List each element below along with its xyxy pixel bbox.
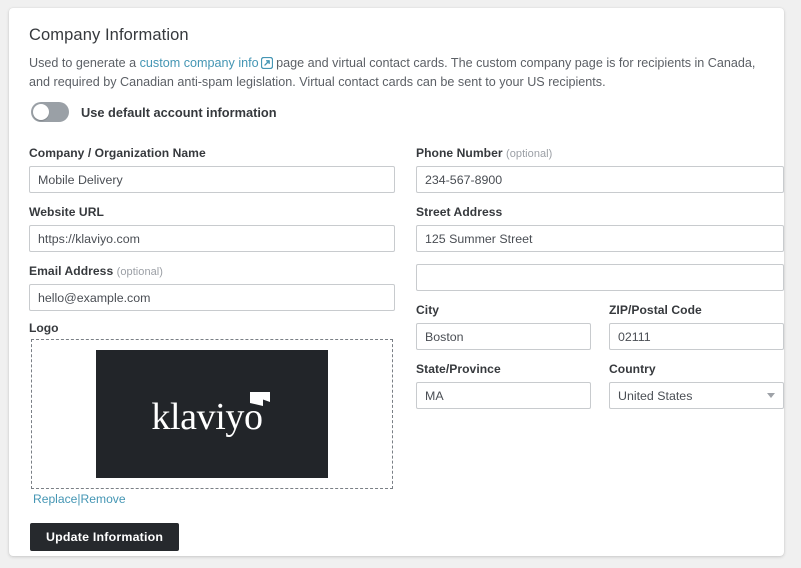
description-text-before: Used to generate a [29,56,140,70]
city-input[interactable] [416,323,591,350]
klaviyo-flag-icon [250,392,270,406]
website-url-field: Website URL [29,205,395,252]
custom-company-info-link[interactable]: custom company info [140,56,259,70]
external-link-icon[interactable] [260,56,273,70]
company-name-input[interactable] [29,166,395,193]
phone-number-optional-tag: (optional) [506,148,553,160]
right-form-column: Phone Number (optional) Street Address C… [416,146,784,421]
replace-logo-link[interactable]: Replace [33,492,77,506]
street-address-2-input[interactable] [416,264,784,291]
phone-number-label: Phone Number (optional) [416,146,784,160]
phone-number-field: Phone Number (optional) [416,146,784,193]
company-name-field: Company / Organization Name [29,146,395,193]
email-address-label-text: Email Address [29,264,114,278]
left-form-column: Company / Organization Name Website URL … [29,146,395,323]
street-address-input[interactable] [416,225,784,252]
state-input[interactable] [416,382,591,409]
update-information-button[interactable]: Update Information [30,523,180,551]
website-url-label: Website URL [29,205,104,219]
city-zip-row: City ZIP/Postal Code [416,303,784,362]
street-address-label: Street Address [416,205,503,219]
website-url-input[interactable] [29,225,395,252]
email-address-input[interactable] [29,284,395,311]
logo-label: Logo [29,321,59,335]
email-address-optional-tag: (optional) [116,266,164,278]
phone-number-input[interactable] [416,166,784,193]
use-default-account-toggle-row: Use default account information [31,102,277,122]
logo-actions: Replace|Remove [33,492,126,506]
country-field: Country United States [609,362,784,409]
state-label: State/Province [416,362,501,376]
email-address-label: Email Address (optional) [29,264,395,278]
remove-logo-link[interactable]: Remove [81,492,126,506]
toggle-knob [33,104,49,120]
section-description: Used to generate a custom company info p… [29,54,769,91]
zip-input[interactable] [609,323,784,350]
country-label: Country [609,362,656,376]
city-field: City [416,303,591,350]
street-address-field: Street Address [416,205,784,252]
zip-field: ZIP/Postal Code [609,303,784,350]
use-default-account-label: Use default account information [81,104,277,120]
logo-dropzone[interactable]: klaviyo [31,339,393,489]
phone-number-label-text: Phone Number [416,146,503,160]
country-select-wrapper: United States [609,382,784,409]
zip-label: ZIP/Postal Code [609,303,702,317]
company-information-card: Company Information Used to generate a c… [9,8,784,556]
email-address-field: Email Address (optional) [29,264,395,311]
state-country-row: State/Province Country United States [416,362,784,421]
city-label: City [416,303,440,317]
company-name-label: Company / Organization Name [29,146,206,160]
country-select[interactable]: United States [609,382,784,409]
state-field: State/Province [416,362,591,409]
logo-image: klaviyo [96,350,328,478]
street-address-2-field [416,264,784,291]
page-title: Company Information [29,26,189,44]
logo-wordmark: klaviyo [151,396,263,438]
use-default-account-toggle[interactable] [31,102,69,122]
